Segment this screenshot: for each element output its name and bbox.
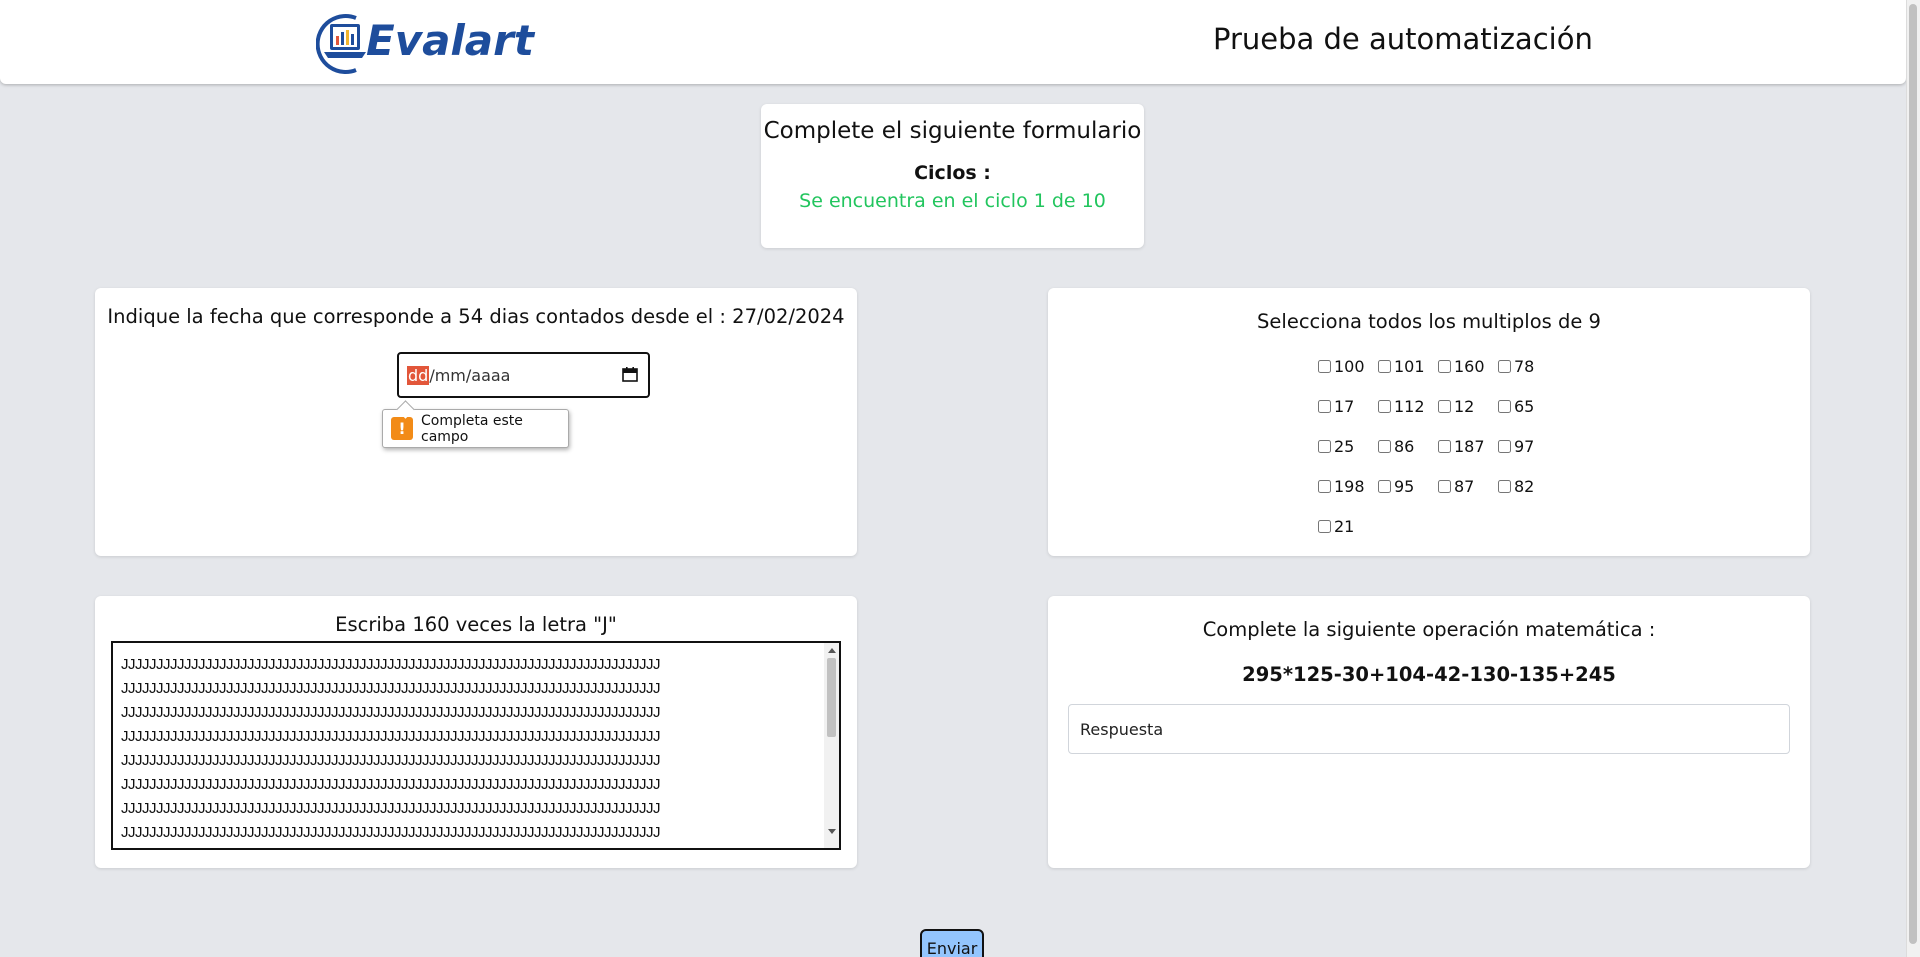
checkbox-label: 17 bbox=[1334, 396, 1355, 416]
laptop-chart-logo-icon bbox=[315, 8, 370, 78]
date-question-text: Indique la fecha que corresponde a 54 di… bbox=[107, 305, 845, 328]
summary-card: Complete el siguiente formulario Ciclos … bbox=[761, 104, 1144, 248]
multiples-options: 100 101 160 78 17 112 12 65 25 86 187 97 198 95 87 82 21 bbox=[1318, 354, 1558, 538]
tooltip-text: Completa este campo bbox=[421, 412, 523, 445]
checkbox-option[interactable]: 17 bbox=[1318, 394, 1378, 418]
checkbox-option[interactable]: 78 bbox=[1498, 354, 1558, 378]
multiples-question-card: Selecciona todos los multiplos de 9 100 1… bbox=[1048, 288, 1810, 556]
checkbox-option[interactable]: 87 bbox=[1438, 474, 1498, 498]
textarea-content[interactable]: JJJJJJJJJJJJJJJJJJJJJJJJJJJJJJJJJJJJJJJJ… bbox=[121, 653, 811, 848]
checkbox[interactable] bbox=[1318, 399, 1331, 413]
checkbox-label: 95 bbox=[1394, 476, 1415, 496]
textarea-line: JJJJJJJJJJJJJJJJJJJJJJJJJJJJJJJJJJJJJJJJ… bbox=[121, 776, 661, 793]
checkbox-label: 160 bbox=[1454, 356, 1485, 376]
checkbox-label: 12 bbox=[1454, 396, 1475, 416]
textarea-line: JJJJJJJJJJJJJJJJJJJJJJJJJJJJJJJJJJJJJJJJ… bbox=[121, 728, 661, 745]
checkbox[interactable] bbox=[1378, 439, 1391, 453]
checkbox-option[interactable]: 100 bbox=[1318, 354, 1378, 378]
checkbox-label: 101 bbox=[1394, 356, 1425, 376]
checkbox[interactable] bbox=[1498, 479, 1511, 493]
page-title: Prueba de automatización bbox=[1213, 22, 1593, 56]
scroll-down-icon[interactable] bbox=[828, 829, 836, 834]
scroll-up-icon[interactable] bbox=[828, 648, 836, 653]
textarea-scrollbar[interactable] bbox=[824, 643, 839, 848]
textarea-scroll-thumb[interactable] bbox=[827, 658, 836, 737]
checkbox-option[interactable]: 160 bbox=[1438, 354, 1498, 378]
textarea-line: JJJJJJJJJJJJJJJJJJJJJJJJJJJJJJJJJJJJJJJJ… bbox=[121, 752, 661, 769]
checkbox[interactable] bbox=[1438, 439, 1451, 453]
checkbox-label: 86 bbox=[1394, 436, 1415, 456]
checkbox[interactable] bbox=[1438, 399, 1451, 413]
math-expression: 295*125-30+104-42-130-135+245 bbox=[1242, 663, 1616, 686]
checkbox-label: 187 bbox=[1454, 436, 1485, 456]
math-question-card: Complete la siguiente operación matemáti… bbox=[1048, 596, 1810, 868]
app-header: Evalart Prueba de automatización bbox=[0, 0, 1906, 84]
date-day-segment[interactable]: dd bbox=[407, 365, 430, 385]
date-rest-segments[interactable]: /mm/aaaa bbox=[429, 366, 510, 385]
multiples-question-text: Selecciona todos los multiplos de 9 bbox=[1257, 310, 1601, 333]
checkbox[interactable] bbox=[1318, 519, 1331, 533]
textarea-line: JJJJJJJJJJJJJJJJJJJJJJJJJJJJJJJJJJJJJJJJ… bbox=[121, 800, 661, 817]
logo-text: Evalart bbox=[366, 15, 534, 65]
ciclos-label: Ciclos : bbox=[914, 162, 991, 184]
checkbox-option[interactable]: 95 bbox=[1378, 474, 1438, 498]
evalart-logo: Evalart bbox=[315, 8, 560, 78]
checkbox-label: 78 bbox=[1514, 356, 1535, 376]
checkbox-option[interactable]: 187 bbox=[1438, 434, 1498, 458]
checkbox-label: 65 bbox=[1514, 396, 1535, 416]
checkbox-option[interactable]: 25 bbox=[1318, 434, 1378, 458]
letters-textarea[interactable]: JJJJJJJJJJJJJJJJJJJJJJJJJJJJJJJJJJJJJJJJ… bbox=[111, 641, 841, 850]
checkbox[interactable] bbox=[1318, 439, 1331, 453]
form-title: Complete el siguiente formulario bbox=[763, 118, 1142, 144]
checkbox-option[interactable]: 65 bbox=[1498, 394, 1558, 418]
textarea-line: JJJJJJJJJJJJJJJJJJJJJJJJJJJJJJJJJJJJJJJJ… bbox=[121, 845, 811, 848]
checkbox-label: 198 bbox=[1334, 476, 1365, 496]
ciclo-status: Se encuentra en el ciclo 1 de 10 bbox=[799, 190, 1106, 212]
page-scrollbar[interactable] bbox=[1906, 0, 1920, 957]
letters-question-card: Escriba 160 veces la letra "J" JJJJJJJJJ… bbox=[95, 596, 857, 868]
checkbox[interactable] bbox=[1378, 479, 1391, 493]
textarea-line: JJJJJJJJJJJJJJJJJJJJJJJJJJJJJJJJJJJJJJJJ… bbox=[121, 824, 661, 841]
validation-tooltip: ! Completa este campo bbox=[382, 409, 569, 448]
checkbox-option[interactable]: 101 bbox=[1378, 354, 1438, 378]
checkbox-option[interactable]: 198 bbox=[1318, 474, 1378, 498]
checkbox-option[interactable]: 112 bbox=[1378, 394, 1438, 418]
checkbox-label: 82 bbox=[1514, 476, 1535, 496]
checkbox-label: 25 bbox=[1334, 436, 1355, 456]
page-scrollbar-thumb[interactable] bbox=[1909, 4, 1917, 944]
checkbox-label: 87 bbox=[1454, 476, 1475, 496]
checkbox[interactable] bbox=[1498, 399, 1511, 413]
checkbox-label: 100 bbox=[1334, 356, 1365, 376]
checkbox-option[interactable]: 82 bbox=[1498, 474, 1558, 498]
math-question-text: Complete la siguiente operación matemáti… bbox=[1202, 618, 1656, 641]
checkbox[interactable] bbox=[1378, 359, 1391, 373]
checkbox[interactable] bbox=[1438, 359, 1451, 373]
answer-input[interactable] bbox=[1068, 704, 1790, 754]
checkbox-label: 112 bbox=[1394, 396, 1425, 416]
checkbox-option[interactable]: 21 bbox=[1318, 514, 1378, 538]
checkbox[interactable] bbox=[1498, 359, 1511, 373]
checkbox[interactable] bbox=[1318, 479, 1331, 493]
date-question-card: Indique la fecha que corresponde a 54 di… bbox=[95, 288, 857, 556]
textarea-line: JJJJJJJJJJJJJJJJJJJJJJJJJJJJJJJJJJJJJJJJ… bbox=[121, 656, 661, 673]
date-input[interactable]: dd /mm/aaaa bbox=[397, 352, 650, 398]
checkbox-label: 97 bbox=[1514, 436, 1535, 456]
textarea-line: JJJJJJJJJJJJJJJJJJJJJJJJJJJJJJJJJJJJJJJJ… bbox=[121, 704, 661, 721]
warning-icon: ! bbox=[391, 417, 413, 440]
submit-button[interactable]: Enviar bbox=[920, 929, 984, 957]
checkbox[interactable] bbox=[1318, 359, 1331, 373]
checkbox-option[interactable]: 86 bbox=[1378, 434, 1438, 458]
checkbox-option[interactable]: 12 bbox=[1438, 394, 1498, 418]
textarea-line: JJJJJJJJJJJJJJJJJJJJJJJJJJJJJJJJJJJJJJJJ… bbox=[121, 680, 661, 697]
calendar-icon[interactable] bbox=[622, 366, 638, 382]
checkbox[interactable] bbox=[1438, 479, 1451, 493]
letters-question-text: Escriba 160 veces la letra "J" bbox=[335, 613, 617, 636]
checkbox-label: 21 bbox=[1334, 516, 1355, 536]
checkbox[interactable] bbox=[1378, 399, 1391, 413]
checkbox-option[interactable]: 97 bbox=[1498, 434, 1558, 458]
checkbox[interactable] bbox=[1498, 439, 1511, 453]
